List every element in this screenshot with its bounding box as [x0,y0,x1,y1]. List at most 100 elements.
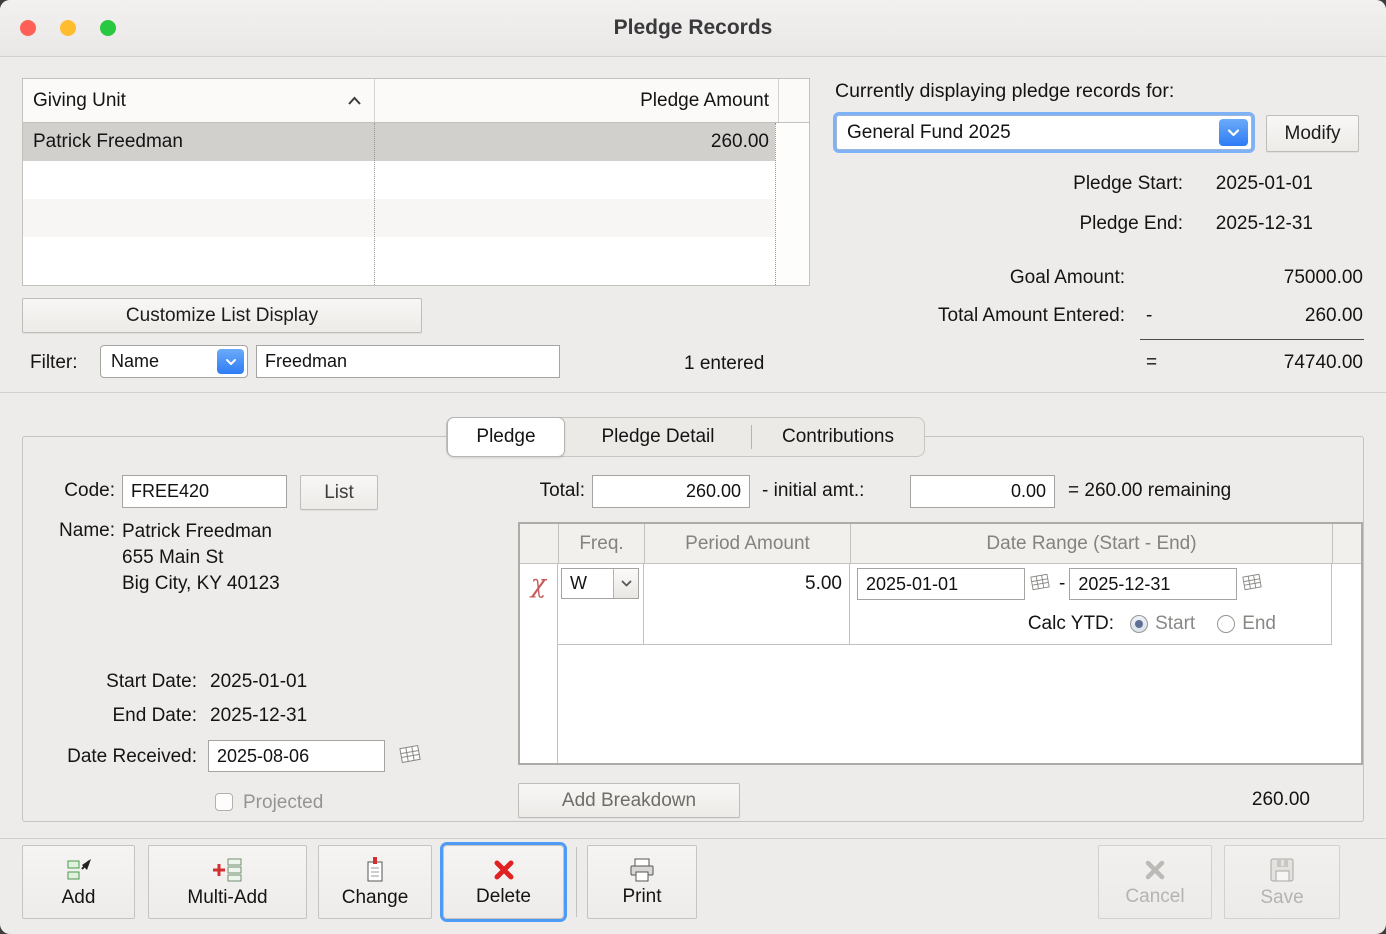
pledge-end-label: Pledge End: [1079,213,1183,235]
date-received-label: Date Received: [22,746,197,768]
start-date-label: Start Date: [22,671,197,693]
total-input[interactable] [592,475,750,508]
zoom-window-button[interactable] [100,20,116,36]
change-button[interactable]: Change [318,845,432,919]
delete-x-icon [491,857,517,883]
delete-button-label: Delete [476,886,531,908]
breakdown-header-rowtools [520,524,558,563]
breakdown-body: χ W 5.00 [520,564,1361,763]
projected-checkbox[interactable] [215,793,233,811]
modify-fund-button[interactable]: Modify [1266,115,1359,152]
fund-select[interactable]: General Fund 2025 [836,115,1252,150]
column-header-giving-unit[interactable]: Giving Unit [23,79,374,122]
name-label: Name: [22,520,115,542]
breakdown-end-date-input[interactable] [1069,568,1237,600]
code-label: Code: [22,480,115,502]
calc-ytd-start-label: Start [1155,613,1195,635]
customize-list-display-button[interactable]: Customize List Display [22,298,422,333]
calendar-icon[interactable] [398,743,422,770]
printer-icon [627,857,657,883]
add-breakdown-button[interactable]: Add Breakdown [518,783,740,818]
window-title: Pledge Records [614,16,773,40]
breakdown-rowtools-column: χ [520,564,558,763]
date-received-input[interactable] [208,740,385,772]
filter-label: Filter: [30,352,78,374]
goal-amount-label: Goal Amount: [1010,267,1125,289]
save-button[interactable]: Save [1224,845,1340,919]
calc-ytd-end-radio[interactable] [1217,615,1235,633]
calendar-icon[interactable] [1241,572,1263,597]
change-button-label: Change [342,887,409,909]
initial-amount-input[interactable] [910,475,1055,508]
titlebar: Pledge Records [0,0,1386,57]
tab-pledge-detail[interactable]: Pledge Detail [565,426,751,448]
column-header-pledge-amount[interactable]: Pledge Amount [374,79,778,122]
print-button[interactable]: Print [587,845,697,919]
breakdown-header: Freq. Period Amount Date Range (Start - … [520,524,1361,564]
code-input[interactable] [122,475,287,508]
filter-input[interactable] [256,345,560,378]
pledge-start-label: Pledge Start: [1073,173,1183,195]
cancel-button[interactable]: Cancel [1098,845,1212,919]
section-divider [0,392,1386,393]
pledge-amount-cell: 260.00 [374,131,778,153]
start-date-value: 2025-01-01 [210,671,307,693]
giving-unit-row-selected[interactable]: Patrick Freedman 260.00 [23,123,809,161]
breakdown-freq-cell: W [558,564,644,644]
empty-list-row [23,199,809,237]
breakdown-main-columns: W 5.00 - [558,564,1332,763]
address-line-2: Big City, KY 40123 [122,571,280,597]
multi-add-button[interactable]: Multi-Add [148,845,307,919]
breakdown-start-date-input[interactable] [857,568,1025,600]
close-window-button[interactable] [20,20,36,36]
fund-heading: Currently displaying pledge records for: [835,80,1174,103]
address-line-1: 655 Main St [122,545,280,571]
filter-field-select[interactable]: Name [100,345,248,378]
print-button-label: Print [622,886,661,908]
change-record-icon [361,856,389,884]
code-list-button[interactable]: List [300,475,378,510]
toolbar-group-divider [576,847,577,917]
calendar-icon[interactable] [1029,572,1051,597]
tab-contributions[interactable]: Contributions [752,426,924,448]
add-record-icon [65,856,93,884]
list-scrollbar-track[interactable] [775,123,809,285]
breakdown-header-period-amount: Period Amount [644,524,850,563]
giving-unit-list-body: Patrick Freedman 260.00 [23,123,809,285]
date-range-dash: - [1059,573,1065,595]
multi-add-icon [213,856,243,884]
pledge-end-value: 2025-12-31 [1216,213,1313,235]
breakdown-header-date-range: Date Range (Start - End) [850,524,1332,563]
giving-unit-name: Patrick Freedman [122,519,280,545]
giving-unit-table: Giving Unit Pledge Amount Patrick Freedm… [22,78,810,286]
giving-unit-name-cell: Patrick Freedman [23,131,374,153]
equals-sign: = [1146,352,1157,374]
date-range-inputs: - [850,564,1331,604]
frequency-select[interactable]: W [561,568,639,599]
goal-amount-value: 75000.00 [1284,267,1363,289]
end-date-label: End Date: [22,705,197,727]
delete-button[interactable]: Delete [443,845,564,919]
name-address-block: Patrick Freedman 655 Main St Big City, K… [122,519,280,597]
minus-sign: - [1146,305,1152,327]
calc-ytd-end-label: End [1242,613,1276,635]
frequency-value: W [562,573,587,594]
tab-pledge[interactable]: Pledge [447,417,565,457]
add-button[interactable]: Add [22,845,135,919]
remaining-goal-value: 74740.00 [1284,352,1363,374]
empty-list-row [23,161,809,199]
minimize-window-button[interactable] [60,20,76,36]
traffic-lights [20,20,140,36]
total-label: Total: [420,480,585,502]
total-entered-value: 260.00 [1305,305,1363,327]
calc-ytd-start-radio[interactable] [1130,615,1148,633]
total-entered-label: Total Amount Entered: [938,305,1125,327]
tab-bar: Pledge Pledge Detail Contributions [446,417,925,457]
chevron-down-icon [217,349,244,374]
pledge-start-value: 2025-01-01 [1216,173,1313,195]
delete-breakdown-row-icon[interactable]: χ [531,569,546,598]
period-amount-cell[interactable]: 5.00 [644,564,850,644]
chevron-down-icon [613,569,638,598]
calc-ytd-row: Calc YTD: Start End [850,604,1331,644]
column-divider [374,123,375,285]
